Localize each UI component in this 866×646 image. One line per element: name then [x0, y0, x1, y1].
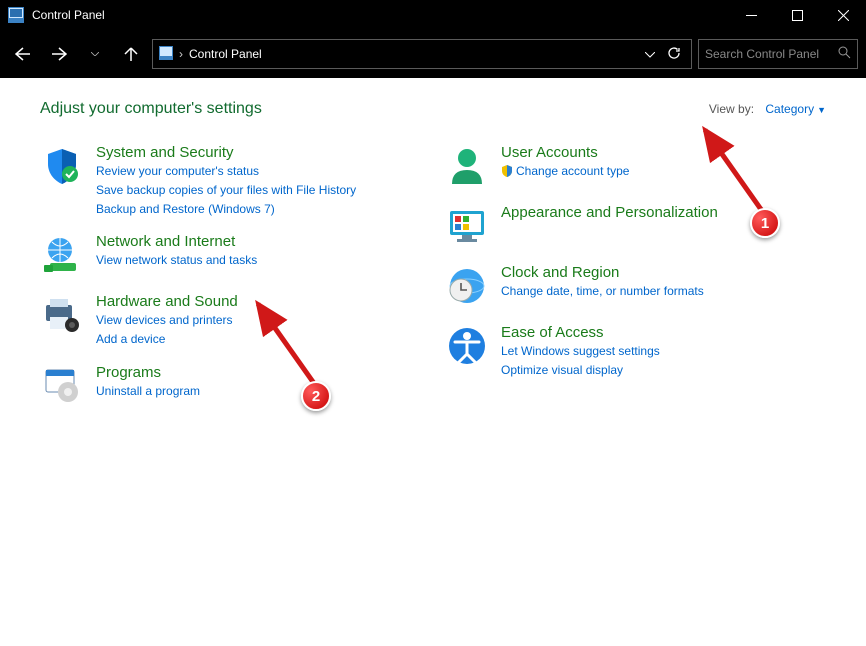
navbar: › Control Panel	[0, 30, 866, 78]
category-hardware-sound: Hardware and Sound View devices and prin…	[40, 293, 421, 348]
breadcrumb-separator-icon: ›	[179, 47, 183, 61]
control-panel-window: Control Panel › Control Panel	[0, 0, 866, 646]
search-input[interactable]	[705, 47, 832, 61]
back-button[interactable]	[8, 39, 38, 69]
address-bar[interactable]: › Control Panel	[152, 39, 692, 69]
category-title[interactable]: Ease of Access	[501, 324, 660, 341]
annotation-bubble-2: 2	[301, 381, 331, 411]
category-link[interactable]: Save backup copies of your files with Fi…	[96, 182, 356, 199]
caret-down-icon: ▼	[817, 105, 826, 115]
category-link[interactable]: Optimize visual display	[501, 362, 660, 379]
category-link[interactable]: Uninstall a program	[96, 383, 200, 400]
category-link-text: Change account type	[516, 164, 629, 178]
category-link[interactable]: Add a device	[96, 331, 238, 348]
search-icon[interactable]	[838, 46, 851, 62]
category-programs: Programs Uninstall a program	[40, 364, 421, 408]
monitor-icon	[445, 204, 489, 248]
close-button[interactable]	[820, 0, 866, 30]
annotation-bubble-1: 1	[750, 208, 780, 238]
user-icon	[445, 144, 489, 188]
printer-icon	[40, 293, 84, 337]
up-button[interactable]	[116, 39, 146, 69]
maximize-button[interactable]	[774, 0, 820, 30]
category-user-accounts: User Accounts Change account type	[445, 144, 826, 188]
forward-button[interactable]	[44, 39, 74, 69]
category-link[interactable]: View network status and tasks	[96, 252, 257, 269]
shield-security-icon	[40, 144, 84, 188]
category-title[interactable]: Programs	[96, 364, 200, 381]
breadcrumb-item[interactable]: Control Panel	[189, 47, 262, 61]
clock-globe-icon	[445, 264, 489, 308]
control-panel-icon	[8, 7, 24, 23]
search-box[interactable]	[698, 39, 858, 69]
view-by-label: View by:	[709, 102, 754, 116]
view-by-dropdown[interactable]: Category▼	[765, 102, 826, 116]
category-title[interactable]: Clock and Region	[501, 264, 704, 281]
window-title: Control Panel	[32, 8, 728, 22]
control-panel-small-icon	[159, 46, 173, 63]
category-title[interactable]: System and Security	[96, 144, 356, 161]
view-by-value: Category	[765, 102, 814, 116]
category-clock-region: Clock and Region Change date, time, or n…	[445, 264, 826, 308]
category-title[interactable]: Network and Internet	[96, 233, 257, 250]
titlebar: Control Panel	[0, 0, 866, 30]
globe-network-icon	[40, 233, 84, 277]
category-link[interactable]: Change date, time, or number formats	[501, 283, 704, 300]
view-by-control: View by: Category▼	[709, 102, 826, 116]
address-dropdown-button[interactable]	[645, 47, 655, 61]
category-network-internet: Network and Internet View network status…	[40, 233, 421, 277]
programs-icon	[40, 364, 84, 408]
category-system-security: System and Security Review your computer…	[40, 144, 421, 217]
uac-shield-icon	[501, 165, 513, 182]
category-link[interactable]: View devices and printers	[96, 312, 238, 329]
category-title[interactable]: User Accounts	[501, 144, 629, 161]
page-title: Adjust your computer's settings	[40, 100, 709, 118]
category-link[interactable]: Let Windows suggest settings	[501, 343, 660, 360]
content-area: Adjust your computer's settings View by:…	[0, 78, 866, 646]
minimize-button[interactable]	[728, 0, 774, 30]
category-title[interactable]: Appearance and Personalization	[501, 204, 718, 221]
refresh-button[interactable]	[667, 46, 681, 63]
right-column: User Accounts Change account type Appear…	[445, 144, 826, 424]
category-link[interactable]: Backup and Restore (Windows 7)	[96, 201, 356, 218]
recent-locations-button[interactable]	[80, 39, 110, 69]
category-ease-of-access: Ease of Access Let Windows suggest setti…	[445, 324, 826, 379]
category-title[interactable]: Hardware and Sound	[96, 293, 238, 310]
category-link[interactable]: Change account type	[501, 163, 629, 182]
left-column: System and Security Review your computer…	[40, 144, 421, 424]
category-link[interactable]: Review your computer's status	[96, 163, 356, 180]
ease-icon	[445, 324, 489, 368]
